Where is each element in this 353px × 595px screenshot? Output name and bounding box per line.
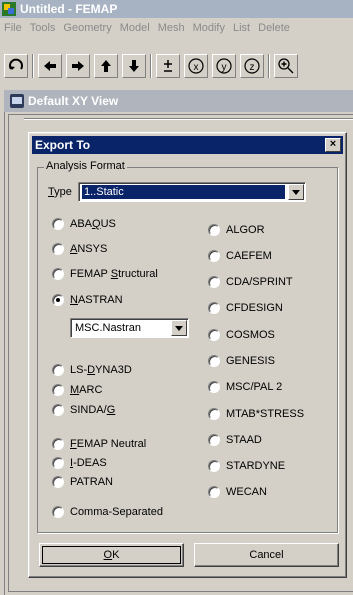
app-title-bar: Untitled - FEMAP [0,0,353,18]
radio-button[interactable] [208,408,220,420]
radio-sinda-g[interactable]: SINDA/G [52,404,115,416]
radio-algor[interactable]: ALGOR [208,224,265,236]
rotate-x-icon[interactable]: x [184,54,208,78]
femap-app-icon [2,2,16,16]
radio-button[interactable] [52,476,64,488]
radio-button[interactable] [52,384,64,396]
menu-model[interactable]: Model [116,22,154,34]
radio-button[interactable] [208,276,220,288]
radio-button-selected[interactable] [52,294,64,306]
radio-button[interactable] [208,486,220,498]
group-label: Analysis Format [44,160,127,172]
rotate-icon[interactable] [4,54,28,78]
radio-i-deas[interactable]: I-DEAS [52,457,107,469]
ok-button[interactable]: OK [39,543,184,567]
radio-cda-sprint[interactable]: CDA/SPRINT [208,276,293,288]
radio-button[interactable] [208,460,220,472]
arrow-up-icon[interactable] [94,54,118,78]
type-label: Type [48,186,72,198]
radio-caefem[interactable]: CAEFEM [208,250,272,262]
radio-button[interactable] [52,218,64,230]
radio-button[interactable] [208,381,220,393]
arrow-left-icon[interactable] [38,54,62,78]
view-icon [10,94,24,108]
dialog-title-bar: Export To × [32,136,343,154]
view-divider [24,118,353,120]
radio-button[interactable] [208,224,220,236]
radio-button[interactable] [208,250,220,262]
zoom-in-icon[interactable] [274,54,298,78]
rotate-y-icon[interactable]: y [212,54,236,78]
radio-button[interactable] [52,364,64,376]
chevron-down-icon[interactable] [288,184,304,200]
toolbar: x y z [0,49,353,83]
radio-mtab-stress[interactable]: MTAB*STRESS [208,408,304,420]
radio-ansys[interactable]: ANSYS [52,243,107,255]
svg-text:x: x [194,62,199,73]
radio-button[interactable] [52,404,64,416]
radio-cosmos[interactable]: COSMOS [208,329,275,341]
nastran-version-select[interactable]: MSC.Nastran [70,318,189,338]
svg-text:z: z [250,62,255,73]
type-select[interactable]: 1..Static [78,182,306,202]
radio-marc[interactable]: MARC [52,384,102,396]
export-dialog: Export To × Analysis Format Type 1..Stat… [28,132,347,578]
radio-button[interactable] [208,329,220,341]
arrow-right-icon[interactable] [66,54,90,78]
radio-nastran[interactable]: NASTRAN [52,294,123,306]
radio-femap-neutral[interactable]: FEMAP Neutral [52,438,146,450]
radio-button[interactable] [52,268,64,280]
radio-cfdesign[interactable]: CFDESIGN [208,302,283,314]
radio-button[interactable] [52,243,64,255]
menu-list[interactable]: List [229,22,254,34]
menu-delete[interactable]: Delete [254,22,294,34]
view-title: Default XY View [28,94,119,108]
menu-geometry[interactable]: Geometry [59,22,115,34]
menu-tools[interactable]: Tools [26,22,60,34]
plus-minus-icon[interactable] [156,54,180,78]
radio-button[interactable] [208,434,220,446]
radio-button[interactable] [208,302,220,314]
menu-mesh[interactable]: Mesh [154,22,189,34]
cancel-button[interactable]: Cancel [194,543,339,567]
radio-msc-pal-2[interactable]: MSC/PAL 2 [208,381,282,393]
chevron-down-icon[interactable] [171,320,187,336]
type-select-value: 1..Static [82,185,285,199]
radio-button[interactable] [52,506,64,518]
rotate-z-icon[interactable]: z [240,54,264,78]
radio-genesis[interactable]: GENESIS [208,355,275,367]
radio-button[interactable] [52,438,64,450]
close-button[interactable]: × [325,138,341,152]
analysis-format-group: Analysis Format Type 1..Static ABAQUS AN… [37,160,338,533]
radio-ls-dyna3d[interactable]: LS-DYNA3D [52,364,132,376]
app-title: Untitled - FEMAP [20,2,118,16]
radio-stardyne[interactable]: STARDYNE [208,460,285,472]
menu-file[interactable]: File [0,22,26,34]
dialog-title: Export To [35,138,91,152]
menu-bar: File Tools Geometry Model Mesh Modify Li… [0,18,353,37]
nastran-version-value: MSC.Nastran [75,322,142,334]
toolbar-separator [32,54,34,78]
view-title-bar: Default XY View [4,90,353,112]
radio-button[interactable] [208,355,220,367]
toolbar-separator [150,54,152,78]
radio-button[interactable] [52,457,64,469]
radio-staad[interactable]: STAAD [208,434,262,446]
radio-femap-structural[interactable]: FEMAP Structural [52,268,158,280]
close-icon: × [329,138,337,150]
radio-abaqus[interactable]: ABAQUS [52,218,116,230]
toolbar-separator [268,54,270,78]
radio-wecan[interactable]: WECAN [208,486,267,498]
svg-text:y: y [222,62,227,73]
arrow-down-icon[interactable] [122,54,146,78]
menu-modify[interactable]: Modify [189,22,229,34]
radio-patran[interactable]: PATRAN [52,476,113,488]
radio-comma-separated[interactable]: Comma-Separated [52,506,163,518]
